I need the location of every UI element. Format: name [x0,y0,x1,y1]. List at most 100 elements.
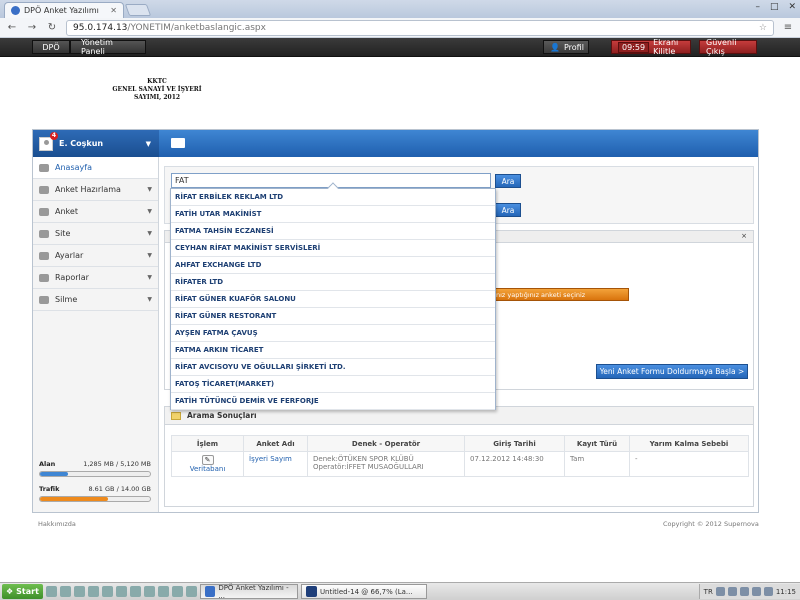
trafik-bar-fill [40,497,108,501]
new-survey-button[interactable]: Yeni Anket Formu Doldurmaya Başla > [596,364,748,379]
folder-icon[interactable] [171,138,185,148]
autocomplete-item[interactable]: FATOŞ TİCARET(MARKET) [171,376,495,393]
quicklaunch-icon[interactable] [45,586,57,597]
start-button[interactable]: ❖ Start [2,584,43,599]
chevron-down-icon: ▼ [147,252,152,259]
autocomplete-item[interactable]: FATMA ARKIN TİCARET [171,342,495,359]
tray-icon[interactable] [727,587,737,596]
breadcrumb-panel[interactable]: Yönetim Paneli [70,38,146,56]
delete-icon [39,295,49,304]
start-label: Start [16,587,39,596]
footer-about-link[interactable]: Hakkımızda [38,520,76,528]
browser-tabbar: DPÖ Anket Yazılımı ✕ – □ ✕ [0,0,800,18]
sidebar-item-ayarlar[interactable]: Ayarlar ▼ [33,245,158,267]
operator-text: Operatör:İFFET MUSAOĞULLARI [313,463,424,471]
alan-label: Alan [39,460,56,468]
sidebar-item-silme[interactable]: Silme ▼ [33,289,158,311]
logo-line1: KKTC [147,78,167,85]
gear-icon [39,251,49,260]
globe-icon [39,229,49,238]
trafik-row: Trafik 8.61 GB / 14.00 GB [39,485,151,493]
sidebar-item-label: Ayarlar [55,251,84,260]
logout-button[interactable]: Güvenli Çıkış [699,38,757,56]
tray-icon[interactable] [739,587,749,596]
clock: 11:15 [775,587,796,596]
sidebar-item-label: Silme [55,295,78,304]
sidebar-item-anasayfa[interactable]: Anasayfa [33,157,158,179]
results-table: İşlem Anket Adı Denek - Operatör Giriş T… [171,435,749,477]
quicklaunch-icon[interactable] [115,586,127,597]
profile-button[interactable]: 👤 Profil [543,40,589,54]
new-tab-button[interactable] [124,4,152,16]
quicklaunch-icon[interactable] [143,586,155,597]
language-indicator[interactable]: TR [704,588,713,596]
session-timer: 09:59 [618,41,650,53]
logo-line3: SAYIMI, 2012 [133,94,181,101]
quicklaunch-icon[interactable] [185,586,197,597]
tray-icon[interactable] [751,587,761,596]
autocomplete-item[interactable]: FATİH TÜTÜNCÜ DEMİR VE FERFORJE [171,393,495,410]
quicklaunch-icon[interactable] [59,586,71,597]
autocomplete-item[interactable]: FATMA TAHSİN ECZANESİ [171,223,495,240]
edit-icon[interactable]: ✎ [201,455,214,465]
usage-stats: Alan 1,285 MB / 5,120 MB Trafik 8.61 GB … [39,457,151,502]
chevron-down-icon: ▼ [147,230,152,237]
minimize-icon[interactable]: – [755,2,760,12]
tray-icon[interactable] [715,587,725,596]
wrench-icon[interactable]: ≡ [782,22,794,33]
taskbar-item-browser[interactable]: DPÖ Anket Yazılımı - ... [199,584,298,600]
taskbar-item-photoshop[interactable]: Untitled-14 @ 66,7% (La... [300,584,427,599]
autocomplete-item[interactable]: RİFAT GÜNER RESTORANT [171,308,495,325]
forward-icon[interactable]: → [26,22,38,33]
quicklaunch-icon[interactable] [157,586,169,597]
autocomplete-item[interactable]: RİFATER LTD [171,274,495,291]
select-survey-button[interactable]: ...ınız yaptığınız anketi seçiniz [483,288,629,301]
alan-row: Alan 1,285 MB / 5,120 MB [39,460,151,468]
lock-screen-button[interactable]: 09:59 Ekranı Kilitle [611,38,691,56]
autocomplete-item[interactable]: RİFAT AVCISOYU VE OĞULLARI ŞİRKETİ LTD. [171,359,495,376]
quicklaunch-icon[interactable] [171,586,183,597]
autocomplete-item[interactable]: FATİH UTAR MAKİNİST [171,206,495,223]
survey-link[interactable]: İşyeri Sayım [249,455,292,463]
close-window-icon[interactable]: ✕ [788,2,796,12]
lock-label: Ekranı Kilitle [653,38,679,56]
chevron-down-icon: ▼ [147,274,152,281]
chevron-down-icon: ▼ [147,186,152,193]
sidebar-item-label: Anasayfa [55,163,92,172]
database-link[interactable]: Veritabanı [190,465,226,473]
sidebar-item-anket[interactable]: Anket ▼ [33,201,158,223]
back-icon[interactable]: ← [6,22,18,33]
volume-icon[interactable] [763,587,773,596]
autocomplete-item[interactable]: CEYHAN RİFAT MAKİNİST SERVİSLERİ [171,240,495,257]
maximize-icon[interactable]: □ [770,2,779,12]
cell-date: 07.12.2012 14:48:30 [464,451,565,477]
col-yarim-kalma: Yarım Kalma Sebebi [629,435,749,452]
quicklaunch-icon[interactable] [129,586,141,597]
table-row[interactable]: ✎ Veritabanı İşyeri Sayım Denek:ÖTÜKEN S… [171,451,749,477]
tab-close-icon[interactable]: ✕ [110,6,117,15]
quicklaunch-icon[interactable] [101,586,113,597]
breadcrumb-home[interactable]: DPÖ [32,40,70,54]
autocomplete-item[interactable]: AYŞEN FATMA ÇAVUŞ [171,325,495,342]
sidebar-item-site[interactable]: Site ▼ [33,223,158,245]
close-icon[interactable]: × [741,232,747,240]
quicklaunch-icon[interactable] [87,586,99,597]
bookmark-star-icon[interactable]: ☆ [759,23,767,33]
cell-subject: Denek:ÖTÜKEN SPOR KLÜBÜ Operatör:İFFET M… [307,451,465,477]
col-anket-adi: Anket Adı [243,435,308,452]
address-bar[interactable]: 95.0.174.13 /YONETIM/anketbaslangic.aspx… [66,19,774,36]
sidebar-item-label: Site [55,229,71,238]
browser-tab[interactable]: DPÖ Anket Yazılımı ✕ [4,2,124,18]
sidebar-item-raporlar[interactable]: Raporlar ▼ [33,267,158,289]
autocomplete-item[interactable]: AHFAT EXCHANGE LTD [171,257,495,274]
windows-logo-icon: ❖ [6,587,14,596]
autocomplete-item[interactable]: RİFAT GÜNER KUAFÖR SALONU [171,291,495,308]
user-menu[interactable]: 4 E. Coşkun ▼ [33,130,159,157]
reload-icon[interactable]: ↻ [46,22,58,33]
sidebar-item-label: Anket Hazırlama [55,185,121,194]
user-icon: 👤 [550,42,560,52]
search-button-2[interactable]: Ara [495,203,521,217]
search-button[interactable]: Ara [495,174,521,188]
quicklaunch-icon[interactable] [73,586,85,597]
sidebar-item-anket-hazirlama[interactable]: Anket Hazırlama ▼ [33,179,158,201]
